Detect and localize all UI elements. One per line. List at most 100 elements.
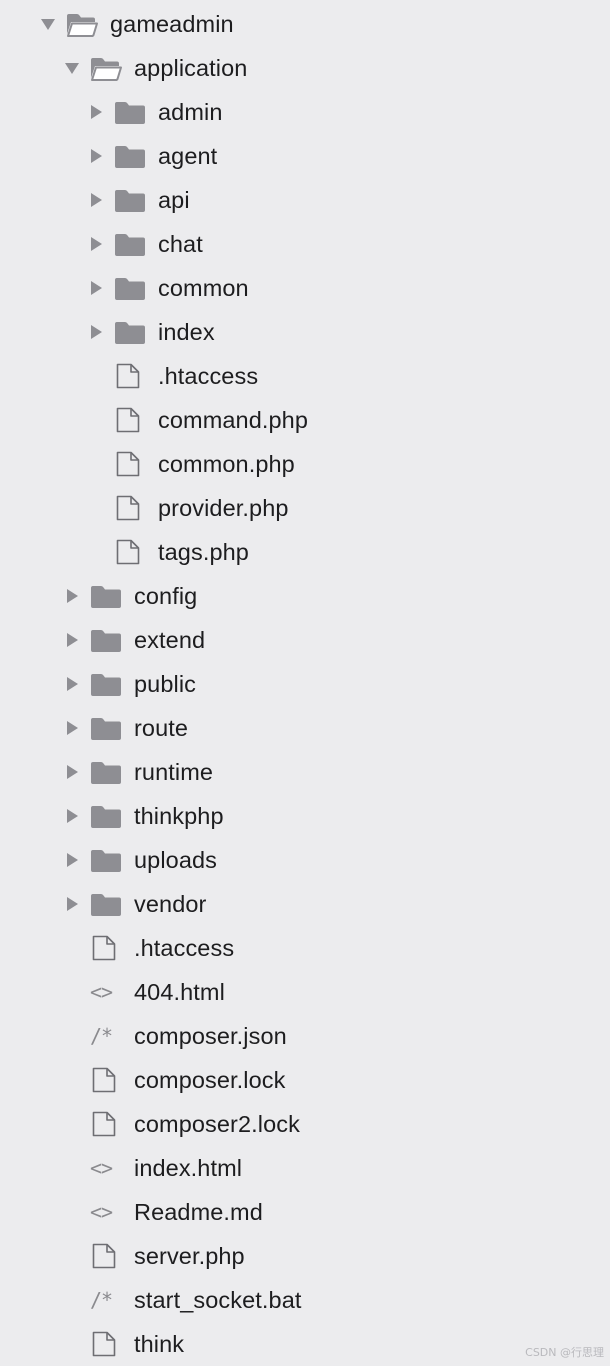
- tree-folder-row[interactable]: common: [0, 266, 610, 310]
- chevron-right-icon[interactable]: [64, 808, 80, 824]
- tree-file-row[interactable]: .htaccess: [0, 926, 610, 970]
- tree-item-label: config: [134, 583, 198, 609]
- tree-folder-row[interactable]: gameadmin: [0, 2, 610, 46]
- chevron-right-icon[interactable]: [64, 852, 80, 868]
- file-icon: [90, 1243, 120, 1269]
- tree-item-label: Readme.md: [134, 1199, 263, 1225]
- chevron-right-icon[interactable]: [64, 764, 80, 780]
- tree-folder-row[interactable]: thinkphp: [0, 794, 610, 838]
- tree-item-label: index.html: [134, 1155, 243, 1181]
- folder-icon: [90, 891, 121, 917]
- tree-item-label: composer.lock: [134, 1067, 286, 1093]
- folder-icon: [90, 671, 121, 697]
- tree-file-row[interactable]: /* composer.json: [0, 1014, 610, 1058]
- chevron-right-icon[interactable]: [88, 148, 104, 164]
- comment-icon: /*: [90, 1023, 120, 1049]
- file-icon: [90, 1111, 120, 1137]
- tree-folder-row[interactable]: uploads: [0, 838, 610, 882]
- file-icon: [90, 1331, 120, 1357]
- folder-icon: [114, 275, 145, 301]
- tree-item-label: server.php: [134, 1243, 245, 1269]
- tree-folder-row[interactable]: extend: [0, 618, 610, 662]
- tree-file-row[interactable]: command.php: [0, 398, 610, 442]
- chevron-right-icon[interactable]: [88, 236, 104, 252]
- chevron-right-icon[interactable]: [64, 588, 80, 604]
- comment-icon-glyph: /*: [90, 1288, 113, 1312]
- chevron-right-icon[interactable]: [88, 104, 104, 120]
- tree-item-label: 404.html: [134, 979, 225, 1005]
- chevron-right-icon[interactable]: [64, 632, 80, 648]
- tree-file-row[interactable]: <> 404.html: [0, 970, 610, 1014]
- code-brackets-icon: <>: [90, 979, 120, 1005]
- code-brackets-icon-glyph: <>: [90, 1156, 113, 1180]
- tree-file-row[interactable]: <> index.html: [0, 1146, 610, 1190]
- tree-folder-row[interactable]: runtime: [0, 750, 610, 794]
- tree-item-label: command.php: [158, 407, 309, 433]
- tree-folder-row[interactable]: api: [0, 178, 610, 222]
- tree-item-label: extend: [134, 627, 206, 653]
- file-icon: [90, 1067, 120, 1093]
- tree-file-row[interactable]: composer2.lock: [0, 1102, 610, 1146]
- tree-folder-row[interactable]: chat: [0, 222, 610, 266]
- tree-file-row[interactable]: composer.lock: [0, 1058, 610, 1102]
- tree-item-label: composer.json: [134, 1023, 287, 1049]
- tree-folder-row[interactable]: admin: [0, 90, 610, 134]
- folder-open-icon: [66, 11, 98, 37]
- folder-icon: [114, 143, 145, 169]
- tree-folder-row[interactable]: config: [0, 574, 610, 618]
- tree-item-label: application: [134, 55, 248, 81]
- chevron-right-icon[interactable]: [88, 192, 104, 208]
- tree-file-row[interactable]: server.php: [0, 1234, 610, 1278]
- chevron-right-icon[interactable]: [64, 676, 80, 692]
- tree-file-row[interactable]: common.php: [0, 442, 610, 486]
- tree-item-label: .htaccess: [134, 935, 235, 961]
- tree-file-row[interactable]: tags.php: [0, 530, 610, 574]
- tree-item-label: runtime: [134, 759, 214, 785]
- tree-item-label: agent: [158, 143, 218, 169]
- tree-folder-row[interactable]: route: [0, 706, 610, 750]
- chevron-down-icon[interactable]: [64, 60, 80, 76]
- chevron-right-icon[interactable]: [88, 324, 104, 340]
- tree-file-row[interactable]: <> Readme.md: [0, 1190, 610, 1234]
- tree-item-label: api: [158, 187, 190, 213]
- folder-icon: [90, 627, 121, 653]
- folder-icon: [90, 583, 121, 609]
- tree-folder-row[interactable]: index: [0, 310, 610, 354]
- folder-icon: [114, 319, 145, 345]
- folder-icon: [90, 759, 121, 785]
- tree-item-label: common.php: [158, 451, 295, 477]
- comment-icon: /*: [90, 1287, 120, 1313]
- tree-file-row[interactable]: .htaccess: [0, 354, 610, 398]
- file-icon: [114, 363, 144, 389]
- tree-item-label: route: [134, 715, 189, 741]
- folder-icon: [90, 715, 121, 741]
- folder-icon: [114, 231, 145, 257]
- tree-folder-row[interactable]: vendor: [0, 882, 610, 926]
- code-brackets-icon-glyph: <>: [90, 1200, 113, 1224]
- tree-folder-row[interactable]: agent: [0, 134, 610, 178]
- tree-item-label: gameadmin: [110, 11, 234, 37]
- folder-icon: [114, 99, 145, 125]
- tree-item-label: vendor: [134, 891, 207, 917]
- tree-folder-row[interactable]: application: [0, 46, 610, 90]
- code-brackets-icon: <>: [90, 1199, 120, 1225]
- folder-open-icon: [90, 55, 122, 81]
- file-tree: gameadmin application admin agent api chat com…: [0, 2, 610, 1366]
- chevron-down-icon[interactable]: [40, 16, 56, 32]
- tree-file-row[interactable]: /* start_socket.bat: [0, 1278, 610, 1322]
- tree-file-row[interactable]: think: [0, 1322, 610, 1366]
- file-icon: [114, 539, 144, 565]
- file-icon: [90, 935, 120, 961]
- chevron-right-icon[interactable]: [88, 280, 104, 296]
- tree-item-label: admin: [158, 99, 223, 125]
- chevron-right-icon[interactable]: [64, 720, 80, 736]
- tree-folder-row[interactable]: public: [0, 662, 610, 706]
- file-icon: [114, 495, 144, 521]
- tree-file-row[interactable]: provider.php: [0, 486, 610, 530]
- chevron-right-icon[interactable]: [64, 896, 80, 912]
- tree-item-label: think: [134, 1331, 185, 1357]
- tree-item-label: provider.php: [158, 495, 289, 521]
- tree-item-label: chat: [158, 231, 203, 257]
- folder-icon: [114, 187, 145, 213]
- tree-item-label: public: [134, 671, 197, 697]
